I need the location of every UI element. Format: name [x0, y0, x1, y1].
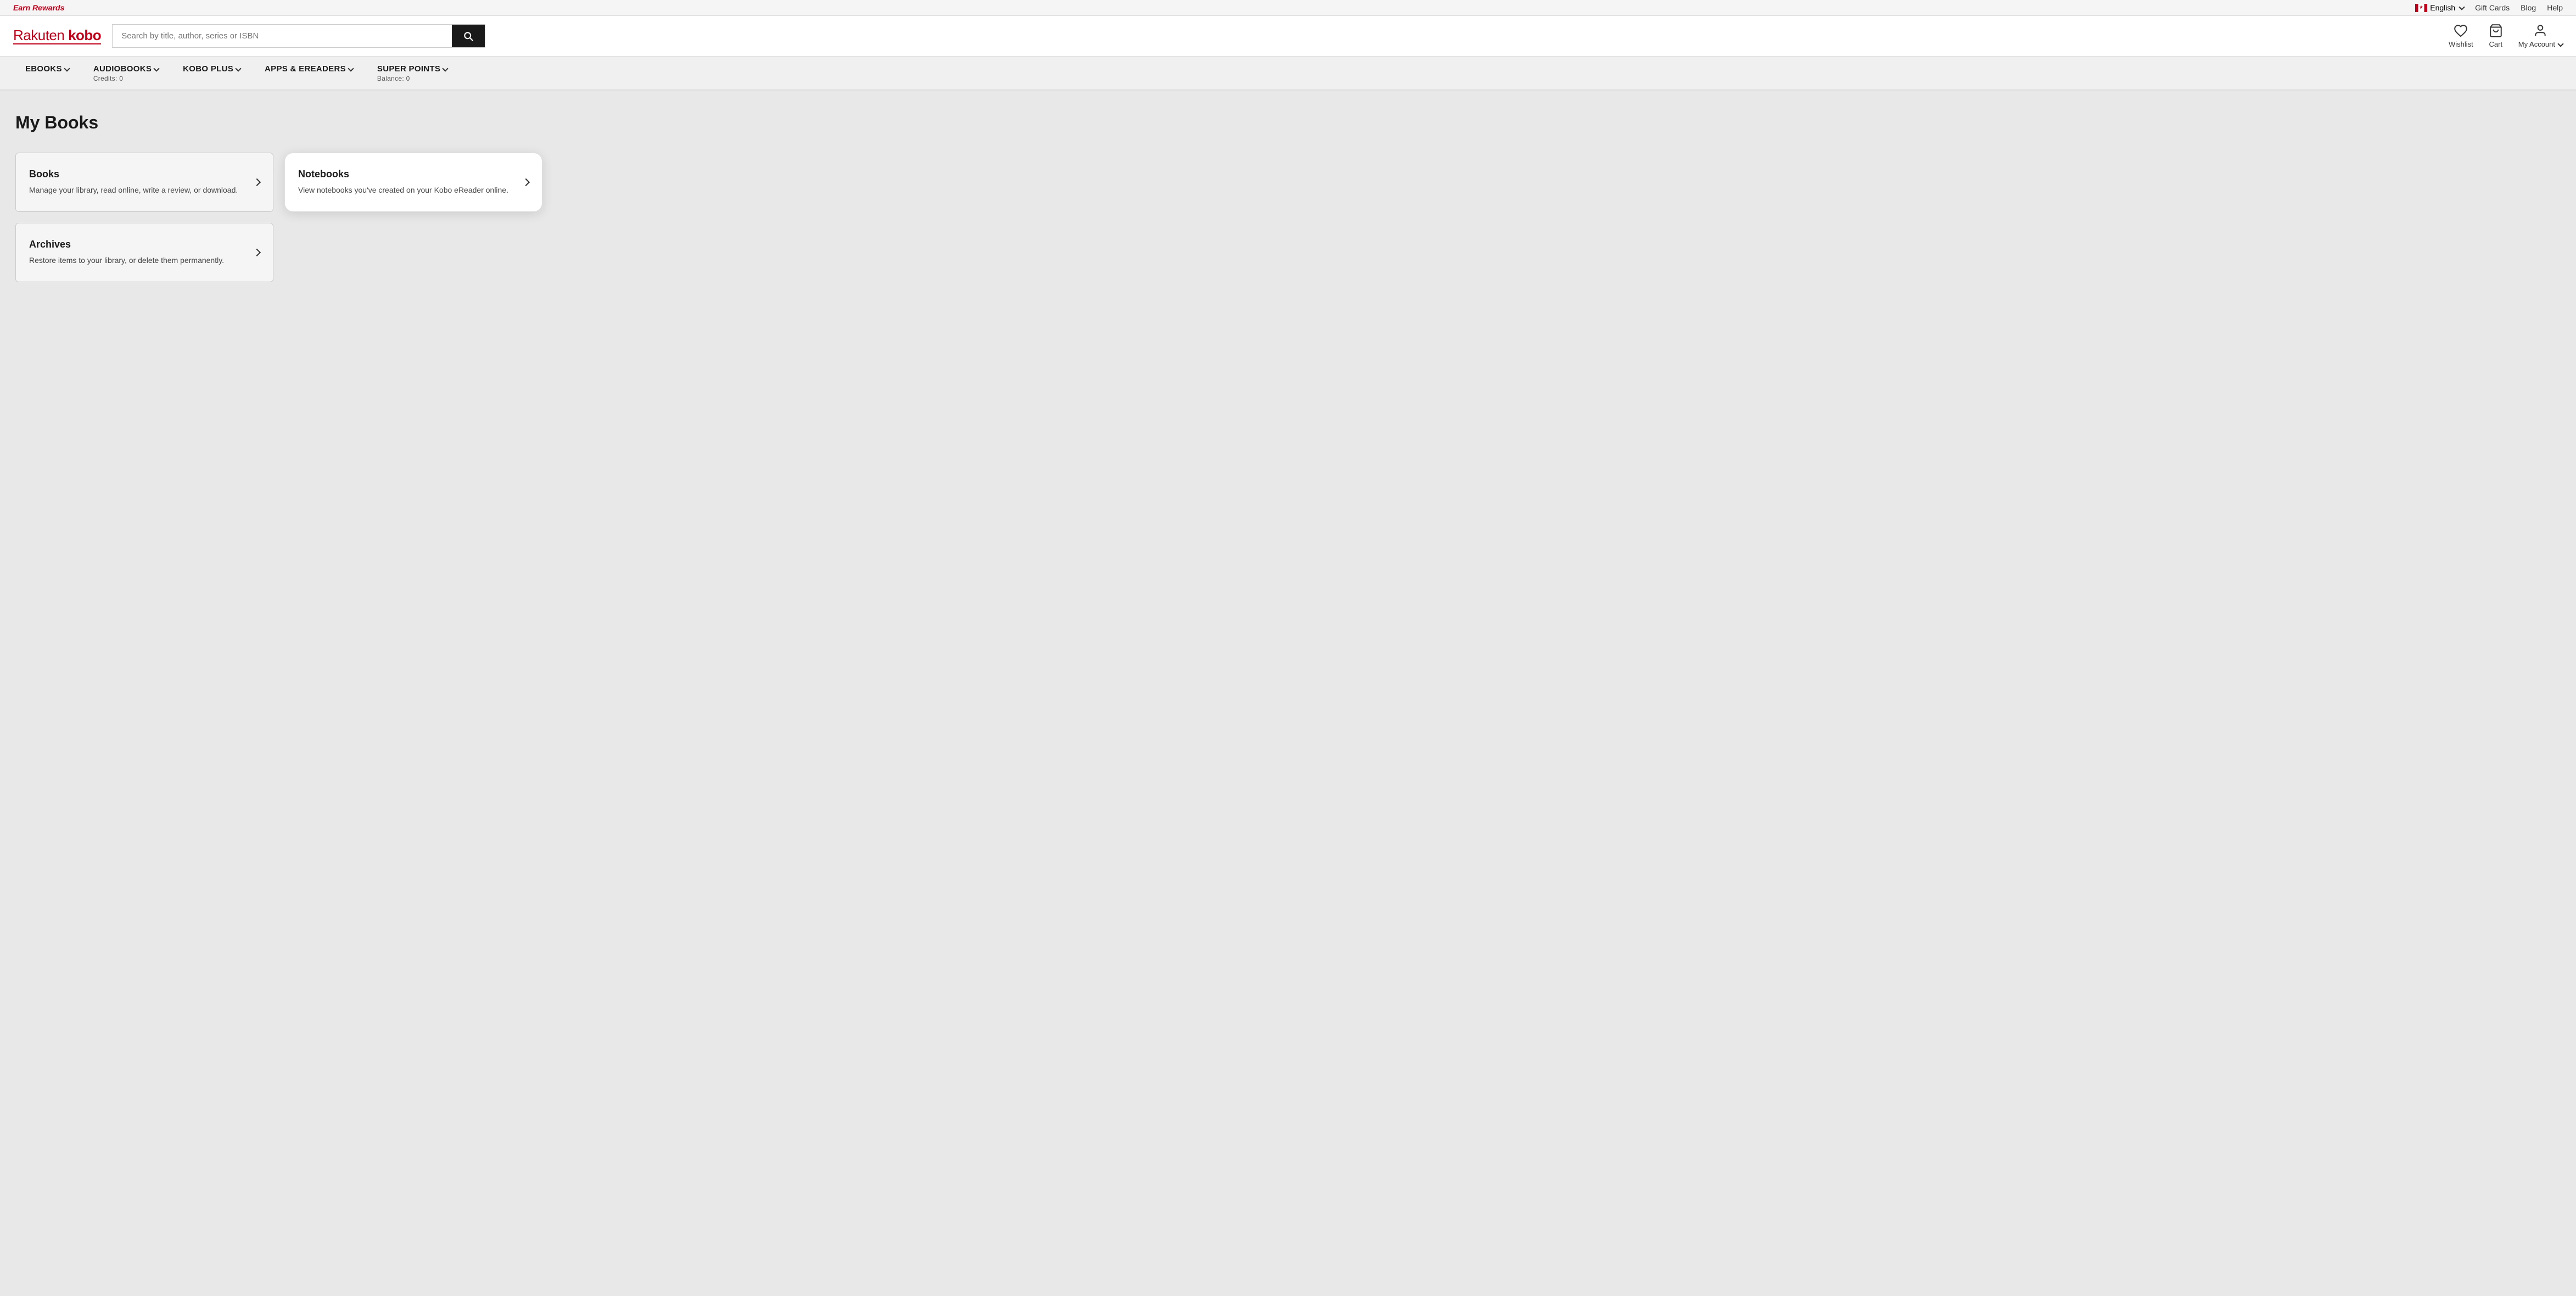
- search-input[interactable]: [113, 25, 452, 47]
- archives-card-desc: Restore items to your library, or delete…: [29, 255, 243, 266]
- blog-link[interactable]: Blog: [2521, 3, 2536, 12]
- notebooks-card[interactable]: Notebooks View notebooks you've created …: [284, 153, 542, 212]
- wishlist-label: Wishlist: [2449, 40, 2473, 48]
- earn-rewards-anchor[interactable]: Earn Rewards: [13, 3, 64, 12]
- search-button[interactable]: [452, 25, 485, 47]
- notebooks-card-title: Notebooks: [298, 169, 512, 180]
- koboplus-chevron-icon: [235, 65, 241, 71]
- search-bar: [112, 24, 485, 48]
- logo-kobo: kobo: [68, 27, 101, 43]
- cart-icon: [2489, 24, 2503, 38]
- wishlist-button[interactable]: Wishlist: [2449, 24, 2473, 48]
- nav-audiobooks-sub: Credits: 0: [93, 75, 123, 82]
- my-account-label: My Account: [2518, 40, 2563, 48]
- earn-rewards-link[interactable]: Earn Rewards: [13, 3, 64, 12]
- logo-underline: [13, 43, 101, 44]
- gift-cards-link[interactable]: Gift Cards: [2475, 3, 2510, 12]
- account-chevron-icon: [2557, 41, 2563, 47]
- nav-superpoints-label: SUPER POINTS: [377, 64, 447, 74]
- nav-kobo-plus[interactable]: KOBO PLUS: [171, 57, 253, 89]
- archives-card-arrow-icon: [253, 249, 261, 256]
- nav-superpoints-sub: Balance: 0: [377, 75, 410, 82]
- search-icon: [463, 31, 474, 42]
- heart-icon: [2454, 24, 2468, 38]
- canada-flag-icon: [2415, 4, 2427, 12]
- account-icon: [2533, 24, 2547, 38]
- nav-super-points[interactable]: SUPER POINTS Balance: 0: [365, 57, 460, 89]
- header: Rakuten kobo Wishlist Cart: [0, 16, 2576, 57]
- superpoints-chevron-icon: [443, 65, 449, 71]
- archives-card-title: Archives: [29, 239, 243, 250]
- archives-card-content: Archives Restore items to your library, …: [29, 239, 243, 266]
- books-card-title: Books: [29, 169, 243, 180]
- cards-grid: Books Manage your library, read online, …: [15, 153, 542, 282]
- logo-text: Rakuten kobo: [13, 28, 101, 42]
- header-right: Wishlist Cart My Account: [2449, 24, 2563, 48]
- books-card[interactable]: Books Manage your library, read online, …: [15, 153, 273, 212]
- top-bar: Earn Rewards English Gift Cards Blog Hel…: [0, 0, 2576, 16]
- logo-rakuten: Rakuten: [13, 27, 68, 43]
- language-label: English: [2430, 3, 2455, 12]
- language-selector[interactable]: English: [2415, 3, 2464, 12]
- nav-apps-ereaders[interactable]: APPS & eREADERS: [253, 57, 365, 89]
- nav-audiobooks-label: AUDIOBOOKS: [93, 64, 159, 74]
- ebooks-chevron-icon: [64, 65, 70, 71]
- notebooks-card-content: Notebooks View notebooks you've created …: [298, 169, 512, 196]
- nav-apps-label: APPS & eREADERS: [265, 64, 353, 74]
- cart-label: Cart: [2489, 40, 2503, 48]
- nav-kobo-plus-label: KOBO PLUS: [183, 64, 240, 74]
- top-bar-right: English Gift Cards Blog Help: [2415, 3, 2563, 12]
- cart-button[interactable]: Cart: [2489, 24, 2503, 48]
- nav-bar: eBOOKS AUDIOBOOKS Credits: 0 KOBO PLUS A…: [0, 57, 2576, 91]
- logo[interactable]: Rakuten kobo: [13, 28, 101, 44]
- my-account-button[interactable]: My Account: [2518, 24, 2563, 48]
- nav-audiobooks[interactable]: AUDIOBOOKS Credits: 0: [81, 57, 171, 89]
- page-title: My Books: [15, 113, 2561, 133]
- notebooks-card-arrow-icon: [522, 178, 530, 186]
- books-card-arrow-icon: [253, 178, 261, 186]
- language-chevron-icon: [2459, 4, 2465, 10]
- page-content: My Books Books Manage your library, read…: [0, 91, 2576, 1277]
- notebooks-card-desc: View notebooks you've created on your Ko…: [298, 184, 512, 196]
- nav-ebooks-label: eBOOKS: [25, 64, 69, 74]
- books-card-desc: Manage your library, read online, write …: [29, 184, 243, 196]
- books-card-content: Books Manage your library, read online, …: [29, 169, 243, 196]
- help-link[interactable]: Help: [2547, 3, 2563, 12]
- archives-card[interactable]: Archives Restore items to your library, …: [15, 223, 273, 282]
- nav-ebooks[interactable]: eBOOKS: [13, 57, 81, 89]
- apps-chevron-icon: [348, 65, 354, 71]
- audiobooks-chevron-icon: [153, 65, 159, 71]
